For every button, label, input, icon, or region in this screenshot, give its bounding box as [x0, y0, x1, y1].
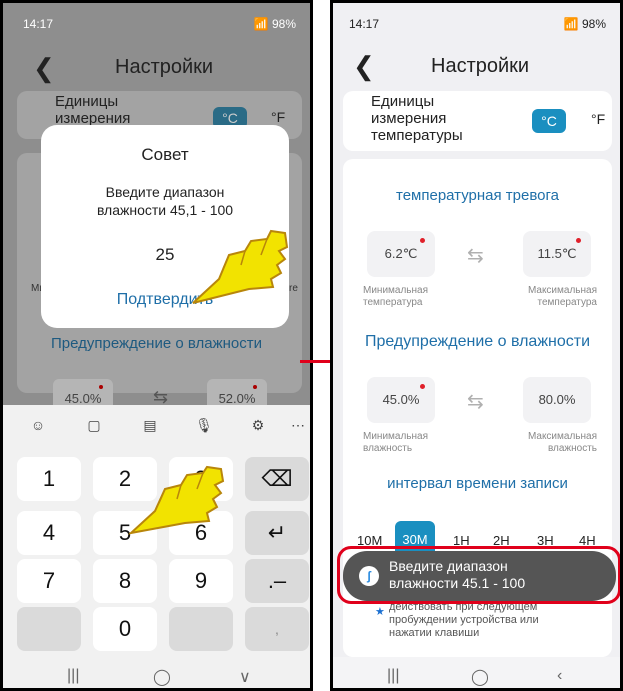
status-bar: 14:17 📶 98% [3, 3, 310, 43]
back-nav-icon[interactable]: ‹ [557, 667, 562, 685]
units-card: Единицы измерения температуры °C °F [343, 91, 612, 151]
dot-dash-key[interactable]: .– [245, 559, 309, 603]
max-temp-label: Максимальная температура [527, 285, 597, 308]
alert-dot [420, 384, 425, 389]
swap-icon: ⇆ [467, 391, 484, 413]
min-temp-label: Минимальная температура [363, 285, 429, 308]
alert-dot [253, 385, 257, 389]
max-humidity-value[interactable]: 80.0% [523, 377, 591, 423]
fahrenheit-toggle[interactable]: °F [271, 109, 285, 125]
back-icon[interactable]: ❮ [33, 53, 55, 84]
status-battery: 📶 98% [253, 17, 296, 31]
home-icon[interactable]: ◯ [471, 667, 489, 687]
status-time: 14:17 [23, 17, 54, 31]
back-icon[interactable]: ❮ [353, 51, 375, 82]
swap-icon: ⇆ [467, 245, 484, 267]
home-icon[interactable]: ◯ [153, 667, 171, 687]
text-icon[interactable]: ▤ [139, 417, 161, 437]
back-nav-icon[interactable]: ∨ [239, 667, 251, 687]
highlight-outline [337, 546, 620, 604]
min-humidity-label: Минимальная влажность [363, 431, 429, 454]
gear-icon[interactable]: ⚙ [247, 417, 269, 437]
min-temp-value[interactable]: 6.2℃ [367, 231, 435, 277]
right-phone-screen: 14:17 📶 98% ❮ Настройки Единицы измерени… [330, 0, 623, 691]
blank-key[interactable] [169, 607, 233, 651]
pointing-hand-icon [192, 229, 289, 304]
blank-key[interactable] [17, 607, 81, 651]
nav-bar: ||| ◯ ‹ [333, 657, 620, 688]
alert-dot [99, 385, 103, 389]
mic-icon[interactable]: 🎙 [193, 417, 215, 437]
more-icon[interactable]: ⋯ [287, 417, 309, 437]
status-bar: 14:17 📶 98% [333, 3, 620, 43]
page-title: Настройки [115, 56, 214, 78]
left-phone-screen: 14:17 📶 98% ❮ Настройки Единицы измерени… [0, 0, 313, 691]
page-title: Настройки [431, 55, 530, 77]
celsius-toggle[interactable]: °C [532, 109, 566, 133]
max-temp-value[interactable]: 11.5℃ [523, 231, 591, 277]
dialog-message: Введите диапазон влажности 45,1 - 100 [96, 184, 234, 218]
fahrenheit-toggle[interactable]: °F [591, 111, 605, 127]
comparison-stage: 14:17 📶 98% ❮ Настройки Единицы измерени… [0, 0, 623, 691]
alert-dot [576, 238, 581, 243]
alert-dot [420, 238, 425, 243]
humidity-title: Предупреждение о влажности [51, 335, 262, 352]
backspace-key[interactable]: ⌫ [245, 457, 309, 501]
status-time: 14:17 [349, 17, 380, 31]
dialog-title: Совет [141, 145, 189, 164]
units-label: Единицы измерения [55, 93, 131, 127]
key-9[interactable]: 9 [169, 559, 233, 603]
key-1[interactable]: 1 [17, 457, 81, 501]
units-label: Единицы измерения температуры [371, 93, 463, 144]
interval-title: интервал времени записи [387, 475, 568, 492]
pointing-hand-icon [127, 465, 225, 535]
apply-note: действовать при следующем пробуждении ус… [389, 601, 539, 639]
temp-alarm-title: температурная тревога [396, 187, 559, 204]
header: ❮ Настройки [3, 43, 310, 93]
recent-apps-icon[interactable]: ||| [387, 667, 399, 685]
humidity-title: Предупреждение о влажности [364, 333, 591, 350]
key-4[interactable]: 4 [17, 511, 81, 555]
min-humidity-value[interactable]: 45.0% [367, 377, 435, 423]
status-battery: 📶 98% [563, 17, 606, 31]
key-7[interactable]: 7 [17, 559, 81, 603]
enter-key[interactable]: ↵ [245, 511, 309, 555]
keyboard-toolbar: ☺ ▢ ▤ 🎙 ⚙ ⋯ [3, 405, 310, 449]
clipboard-icon[interactable]: ▢ [83, 417, 105, 437]
nav-bar: ||| ◯ ∨ [3, 657, 310, 688]
note-star-icon: ★ [375, 606, 385, 618]
header: ❮ Настройки [333, 43, 620, 91]
recent-apps-icon[interactable]: ||| [67, 667, 79, 685]
comma-key[interactable]: , [245, 607, 309, 651]
emoji-icon[interactable]: ☺ [27, 417, 49, 437]
max-humidity-label: Максимальная влажность [527, 431, 597, 454]
key-0[interactable]: 0 [93, 607, 157, 651]
key-8[interactable]: 8 [93, 559, 157, 603]
